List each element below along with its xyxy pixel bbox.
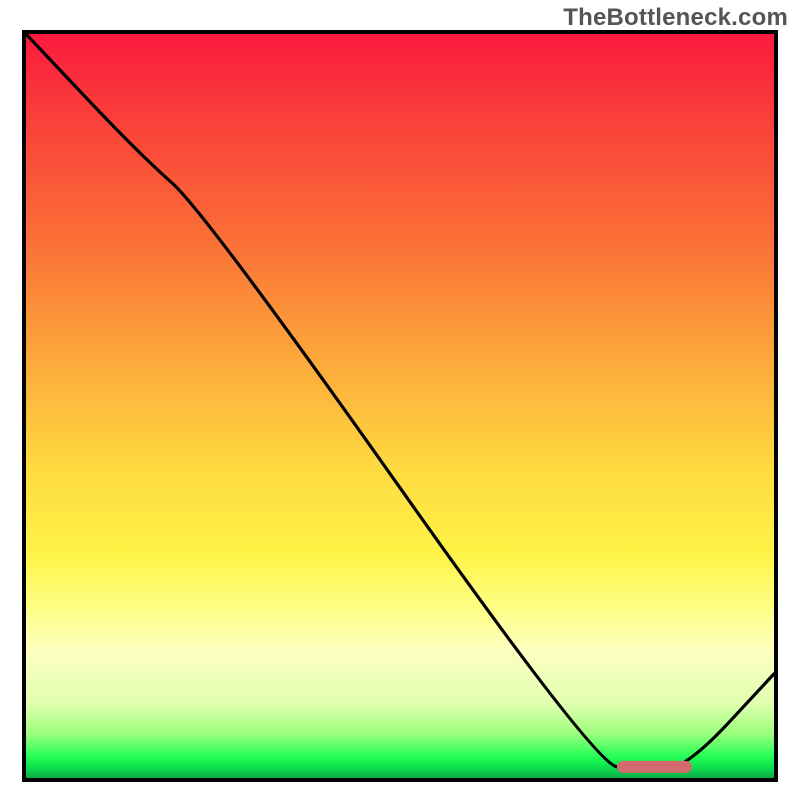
chart-frame: TheBottleneck.com bbox=[0, 0, 800, 800]
chart-border bbox=[22, 30, 778, 782]
watermark-text: TheBottleneck.com bbox=[563, 4, 788, 32]
